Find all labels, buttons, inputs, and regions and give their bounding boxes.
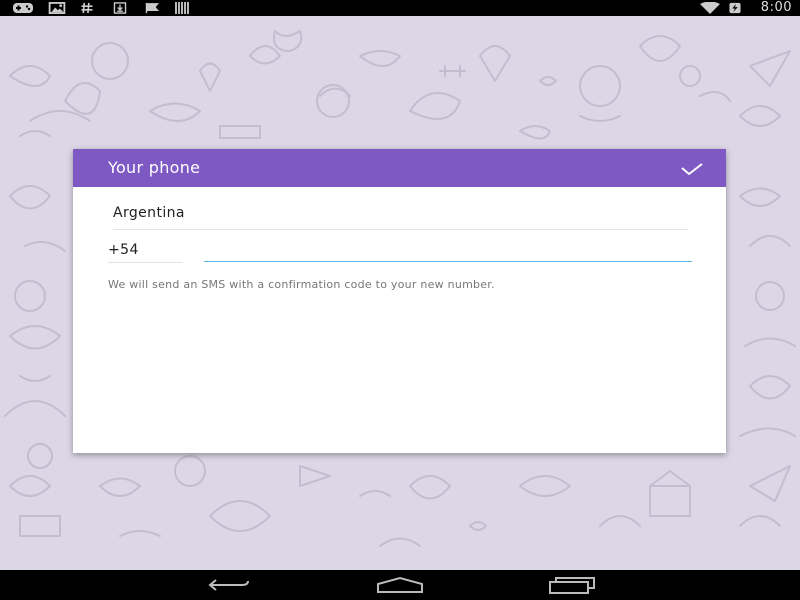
sms-info-text: We will send an SMS with a confirmation … (108, 278, 495, 291)
download-icon (113, 2, 127, 14)
status-time: 8:00 (760, 0, 792, 15)
home-icon[interactable] (376, 576, 424, 594)
flag-icon (145, 2, 160, 14)
hashtag-icon (81, 2, 93, 14)
phone-number-input[interactable] (204, 241, 692, 262)
wifi-icon (700, 2, 720, 14)
recents-icon[interactable] (548, 576, 596, 594)
gamepad-icon (13, 3, 33, 13)
barcode-icon (175, 2, 189, 14)
status-bar: 8:00 (0, 0, 800, 16)
dialog-header: Your phone (73, 149, 726, 187)
battery-charging-icon (729, 2, 741, 14)
country-code-field[interactable]: +54 (108, 242, 183, 263)
back-icon[interactable] (206, 576, 252, 594)
country-select[interactable]: Argentina (113, 205, 688, 230)
navigation-bar (0, 570, 800, 600)
checkmark-icon[interactable] (678, 158, 706, 178)
phone-dialog: Your phone Argentina +54 We will send an… (73, 149, 726, 453)
dialog-title: Your phone (108, 158, 201, 177)
image-icon (48, 2, 66, 14)
